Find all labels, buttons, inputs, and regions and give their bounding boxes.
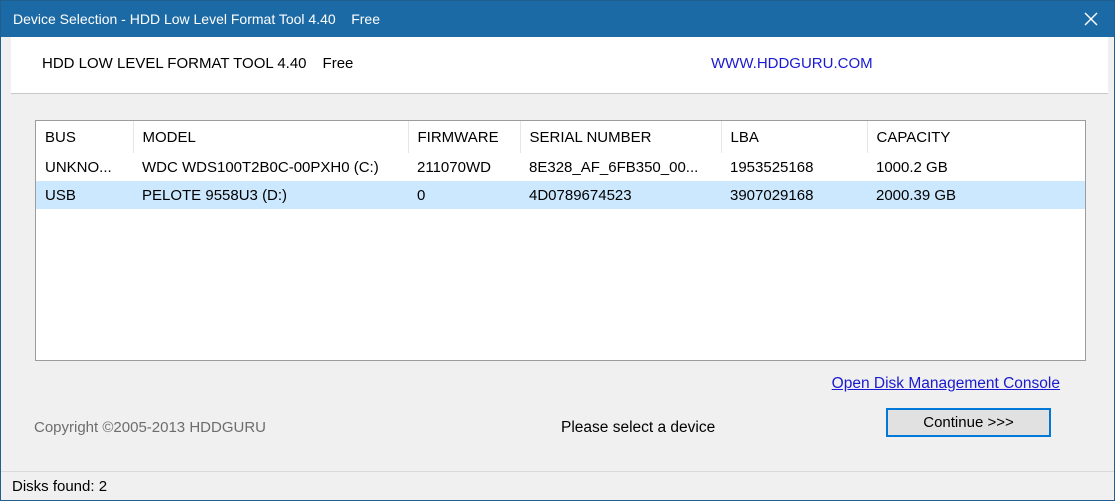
edition-label: Free — [322, 55, 354, 72]
device-firmware: 211070WD — [417, 158, 491, 176]
device-model: WDC WDS100T2B0C-00PXH0 (C:) — [142, 158, 379, 176]
header-panel: HDD LOW LEVEL FORMAT TOOL 4.40 Free WWW.H… — [11, 37, 1108, 94]
status-bar: Disks found: 2 — [1, 471, 1114, 500]
open-disk-management-link[interactable]: Open Disk Management Console — [832, 375, 1060, 393]
device-list[interactable]: BUS MODEL FIRMWARE SERIAL NUMBER LBA CAP… — [35, 120, 1086, 361]
copyright-label: Copyright ©2005-2013 HDDGURU — [34, 419, 266, 436]
column-header-model[interactable]: MODEL — [133, 121, 409, 153]
device-table: BUS MODEL FIRMWARE SERIAL NUMBER LBA CAP… — [36, 121, 1085, 209]
status-message: Please select a device — [561, 419, 716, 436]
device-row-selected[interactable]: USB PELOTE 9558U3 (D:) 0 4D0789674523 39… — [36, 181, 1085, 209]
website-link[interactable]: WWW.HDDGURU.COM — [711, 55, 873, 72]
device-firmware: 0 — [408, 181, 520, 209]
device-bus: USB — [36, 181, 133, 209]
app-name-label: HDD LOW LEVEL FORMAT TOOL 4.40 Free — [42, 55, 353, 72]
disks-found-label: Disks found: 2 — [12, 478, 108, 495]
client-area: HDD LOW LEVEL FORMAT TOOL 4.40 Free WWW.H… — [9, 37, 1108, 470]
column-header-lba[interactable]: LBA — [721, 121, 868, 153]
column-header-firmware[interactable]: FIRMWARE — [408, 121, 521, 153]
device-selection-window: Device Selection - HDD Low Level Format … — [0, 0, 1115, 501]
device-capacity: 2000.39 GB — [867, 181, 1085, 209]
device-serial: 4D0789674523 — [520, 181, 721, 209]
window-title: Device Selection - HDD Low Level Format … — [13, 11, 381, 27]
close-button[interactable] — [1068, 1, 1114, 37]
title-bar[interactable]: Device Selection - HDD Low Level Format … — [1, 1, 1114, 37]
column-header-bus[interactable]: BUS — [36, 121, 134, 153]
column-header-serial-number[interactable]: SERIAL NUMBER — [520, 121, 722, 153]
device-serial: 8E328_AF_6FB350_00... — [529, 158, 699, 176]
device-capacity: 1000.2 GB — [876, 158, 948, 176]
device-row[interactable]: UNKNO... WDC WDS100T2B0C-00PXH0 (C:) 211… — [36, 153, 1085, 181]
device-bus: UNKNO... — [45, 158, 112, 176]
app-name-text: HDD LOW LEVEL FORMAT TOOL 4.40 — [42, 55, 307, 72]
column-header-capacity[interactable]: CAPACITY — [867, 121, 1085, 153]
continue-button[interactable]: Continue >>> — [886, 408, 1051, 437]
device-lba: 3907029168 — [721, 181, 867, 209]
close-icon — [1084, 12, 1098, 26]
device-lba: 1953525168 — [730, 158, 814, 176]
device-table-header: BUS MODEL FIRMWARE SERIAL NUMBER LBA CAP… — [36, 121, 1085, 153]
device-model: PELOTE 9558U3 (D:) — [133, 181, 408, 209]
